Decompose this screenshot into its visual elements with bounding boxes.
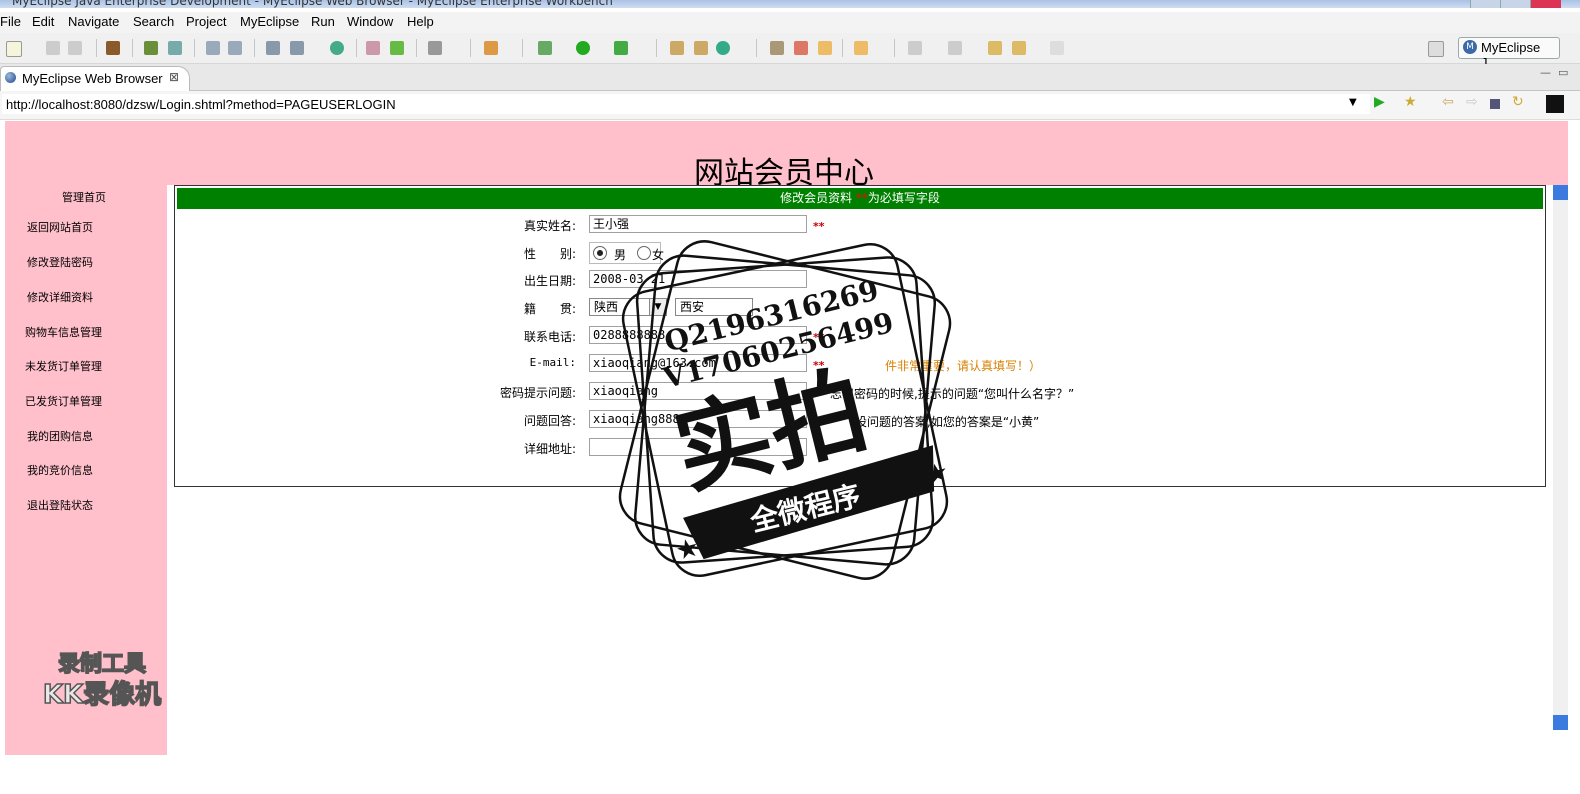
menu-run[interactable]: Run bbox=[311, 14, 335, 29]
debug-icon[interactable] bbox=[538, 41, 552, 55]
bookmark-icon[interactable] bbox=[484, 41, 498, 55]
watermark-stamp: Q2196316269 V17060256499 实拍 全微程序 ★ ★ bbox=[618, 240, 952, 580]
server-icon[interactable] bbox=[168, 41, 182, 55]
maximize-view-icon[interactable]: ▭ bbox=[1558, 66, 1568, 79]
export-icon[interactable] bbox=[290, 41, 304, 55]
browser-url-bar: ▼ ▶ ★ ⇦ ⇨ ↻ bbox=[0, 91, 1580, 120]
sidebar-heading[interactable]: 管理首页 bbox=[62, 189, 106, 205]
browser-menu-icon[interactable] bbox=[1546, 95, 1564, 113]
sidebar-item-unshipped-orders[interactable]: 未发货订单管理 bbox=[25, 358, 102, 374]
menu-file[interactable]: File bbox=[0, 14, 21, 29]
external-tools-icon[interactable] bbox=[614, 41, 628, 55]
deploy-icon[interactable] bbox=[144, 41, 158, 55]
label-address: 详细地址: bbox=[523, 442, 576, 456]
refresh-icon[interactable] bbox=[716, 41, 730, 55]
stop-icon[interactable] bbox=[1490, 99, 1500, 109]
window-title-bar: MyEclipse Java Enterprise Development - … bbox=[0, 0, 1580, 8]
browser-back-icon[interactable]: ⇦ bbox=[1442, 94, 1456, 110]
open-type-icon[interactable] bbox=[770, 41, 784, 55]
go-icon[interactable]: ▶ bbox=[1374, 94, 1388, 110]
favorites-icon[interactable]: ★ bbox=[1404, 94, 1418, 110]
browser-globe-icon bbox=[5, 72, 16, 83]
db-icon[interactable] bbox=[266, 41, 280, 55]
minimize-view-icon[interactable]: — bbox=[1540, 66, 1551, 79]
main-toolbar: M MyEclipse J... bbox=[0, 33, 1580, 70]
form-header-required-mark: ** bbox=[855, 191, 868, 205]
menu-help[interactable]: Help bbox=[407, 14, 434, 29]
browser-forward-icon[interactable]: ⇨ bbox=[1466, 94, 1480, 110]
menu-edit[interactable]: Edit bbox=[32, 14, 54, 29]
sidebar-item-cart[interactable]: 购物车信息管理 bbox=[25, 324, 102, 340]
run-icon[interactable] bbox=[576, 41, 590, 55]
minimize-button[interactable] bbox=[1470, 0, 1501, 8]
form-header-title: 修改会员资料 bbox=[780, 191, 853, 205]
scroll-up-icon[interactable] bbox=[1553, 185, 1568, 200]
browser-refresh-icon[interactable]: ↻ bbox=[1512, 94, 1526, 110]
prev-annotation-icon[interactable] bbox=[948, 41, 962, 55]
open-folder-icon[interactable] bbox=[854, 41, 868, 55]
label-name: 真实姓名: bbox=[523, 219, 576, 233]
label-origin: 籍 贯: bbox=[523, 302, 576, 316]
scroll-down-icon[interactable] bbox=[1553, 715, 1568, 730]
label-birth: 出生日期: bbox=[523, 274, 576, 288]
save-icon[interactable] bbox=[46, 41, 60, 55]
menu-myeclipse[interactable]: MyEclipse bbox=[240, 14, 299, 29]
tab-web-browser[interactable]: MyEclipse Web Browser ⊠ bbox=[0, 66, 190, 91]
window-title: MyEclipse Java Enterprise Development - … bbox=[12, 0, 613, 8]
editor-tab-row: MyEclipse Web Browser ⊠ — ▭ bbox=[0, 64, 1580, 91]
label-answer: 问题回答: bbox=[523, 414, 576, 428]
page-scrollbar[interactable] bbox=[1553, 185, 1568, 730]
form-header-suffix: 为必填写字段 bbox=[867, 191, 940, 205]
menu-navigate[interactable]: Navigate bbox=[68, 14, 119, 29]
recorder-watermark-line1: 录制工具 bbox=[57, 651, 147, 678]
label-gender: 性 别: bbox=[523, 247, 576, 261]
close-tab-icon[interactable]: ⊠ bbox=[169, 70, 179, 84]
last-edit-icon[interactable] bbox=[988, 41, 1002, 55]
new-icon[interactable] bbox=[6, 41, 22, 57]
print-icon[interactable] bbox=[68, 41, 82, 55]
wizard-icon[interactable] bbox=[206, 41, 220, 55]
add-icon[interactable] bbox=[390, 41, 404, 55]
back-icon[interactable] bbox=[1012, 41, 1026, 55]
menu-bar: File Edit Navigate Search Project MyEcli… bbox=[0, 12, 1580, 33]
menu-window[interactable]: Window bbox=[347, 14, 393, 29]
recorder-watermark-line2: KK录像机 bbox=[42, 679, 162, 711]
close-window-button[interactable] bbox=[1530, 0, 1561, 8]
rocket-icon[interactable] bbox=[794, 41, 808, 55]
url-input[interactable] bbox=[2, 94, 1370, 114]
next-annotation-icon[interactable] bbox=[908, 41, 922, 55]
myeclipse-logo-icon: M bbox=[1463, 40, 1477, 54]
label-question: 密码提示问题: bbox=[499, 386, 576, 400]
new-project-icon[interactable] bbox=[670, 41, 684, 55]
wizard2-icon[interactable] bbox=[228, 41, 242, 55]
tab-label: MyEclipse Web Browser bbox=[22, 71, 163, 86]
sidebar-item-logout[interactable]: 退出登陆状态 bbox=[27, 497, 93, 513]
label-phone: 联系电话: bbox=[523, 330, 576, 344]
camera-icon[interactable] bbox=[428, 41, 442, 55]
label-email: E-mail: bbox=[529, 356, 576, 369]
maximize-button[interactable] bbox=[1500, 0, 1531, 8]
perspective-button[interactable]: M MyEclipse J... bbox=[1458, 37, 1560, 70]
package-icon[interactable] bbox=[106, 41, 120, 55]
menu-search[interactable]: Search bbox=[133, 14, 174, 29]
menu-project[interactable]: Project bbox=[186, 14, 226, 29]
sidebar-item-shipped-orders[interactable]: 已发货订单管理 bbox=[25, 393, 102, 409]
sidebar-item-home[interactable]: 返回网站首页 bbox=[27, 219, 93, 235]
sidebar-item-change-password[interactable]: 修改登陆密码 bbox=[27, 254, 93, 270]
url-dropdown-icon[interactable]: ▼ bbox=[1349, 97, 1357, 108]
new-class-icon[interactable] bbox=[694, 41, 708, 55]
sidebar-item-edit-profile[interactable]: 修改详细资料 bbox=[27, 289, 93, 305]
sidebar-item-auction[interactable]: 我的竞价信息 bbox=[27, 462, 93, 478]
sidebar-item-group-buy[interactable]: 我的团购信息 bbox=[27, 428, 93, 444]
recorder-watermark: 录制工具 KK录像机 bbox=[32, 650, 172, 711]
open-perspective-icon[interactable] bbox=[1428, 41, 1444, 57]
globe-icon[interactable] bbox=[330, 41, 344, 55]
forward-icon[interactable] bbox=[1050, 41, 1064, 55]
folder-icon[interactable] bbox=[818, 41, 832, 55]
form-header: 修改会员资料 **为必填写字段 bbox=[177, 188, 1543, 209]
open-icon[interactable] bbox=[366, 41, 380, 55]
